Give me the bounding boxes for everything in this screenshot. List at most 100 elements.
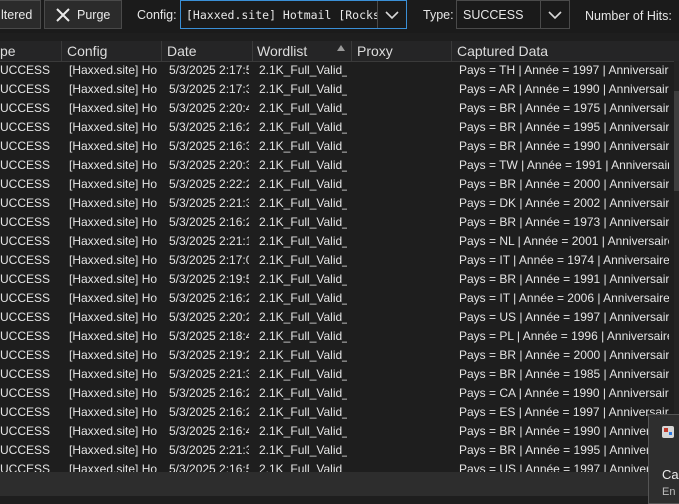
cell-captured-data: Pays = US | Année = 1997 | Anniversaire bbox=[459, 310, 669, 324]
table-row[interactable]: UCCESS [Haxxed.site] Hot 5/3/2025 2:18:4 2.… bbox=[0, 327, 679, 346]
cell-captured-data: Pays = PL | Année = 1996 | Anniversaire bbox=[459, 329, 669, 343]
cell-type: UCCESS bbox=[0, 348, 51, 362]
col-date-header[interactable]: Date bbox=[167, 41, 251, 61]
cell-proxy bbox=[359, 80, 449, 99]
col-config-header[interactable]: Config bbox=[67, 41, 159, 61]
cell-config: [Haxxed.site] Hot bbox=[69, 234, 157, 248]
hits-label: Number of Hits: bbox=[585, 9, 672, 23]
cell-date: 5/3/2025 2:16:4 bbox=[169, 424, 249, 438]
cell-wordlist: 2.1K_Full_Valid_H bbox=[259, 215, 347, 229]
table-row[interactable]: UCCESS [Haxxed.site] Hot 5/3/2025 2:16:4 2.… bbox=[0, 422, 679, 441]
cell-proxy bbox=[359, 213, 449, 232]
cell-wordlist: 2.1K_Full_Valid_H bbox=[259, 234, 347, 248]
cell-date: 5/3/2025 2:19:5 bbox=[169, 272, 249, 286]
col-proxy-header[interactable]: Proxy bbox=[357, 41, 447, 61]
cell-type: UCCESS bbox=[0, 310, 51, 324]
cell-config: [Haxxed.site] Hot bbox=[69, 215, 157, 229]
cell-date: 5/3/2025 2:17:5 bbox=[169, 63, 249, 77]
config-value: [Haxxed.site] Hotmail [Rocks bbox=[186, 7, 377, 22]
cell-proxy bbox=[359, 61, 449, 80]
table-row[interactable]: UCCESS [Haxxed.site] Hot 5/3/2025 2:19:2 2.… bbox=[0, 346, 679, 365]
cell-wordlist: 2.1K_Full_Valid_H bbox=[259, 310, 347, 324]
results-table: UCCESS [Haxxed.site] Hot 5/3/2025 2:17:5 2.… bbox=[0, 61, 679, 472]
table-row[interactable]: UCCESS [Haxxed.site] Hot 5/3/2025 2:21:3 2.… bbox=[0, 194, 679, 213]
table-row[interactable]: UCCESS [Haxxed.site] Hot 5/3/2025 2:16:2 2.… bbox=[0, 289, 679, 308]
cell-date: 5/3/2025 2:16:2 bbox=[169, 386, 249, 400]
cell-date: 5/3/2025 2:20:2 bbox=[169, 310, 249, 324]
table-row[interactable]: UCCESS [Haxxed.site] Hot 5/3/2025 2:16:5 2.… bbox=[0, 460, 679, 472]
table-row[interactable]: UCCESS [Haxxed.site] Hot 5/3/2025 2:19:5 2.… bbox=[0, 270, 679, 289]
purge-button[interactable]: Purge bbox=[44, 0, 122, 29]
table-row[interactable]: UCCESS [Haxxed.site] Hot 5/3/2025 2:21:1 2.… bbox=[0, 232, 679, 251]
cell-date: 5/3/2025 2:21:3 bbox=[169, 196, 249, 210]
cell-proxy bbox=[359, 232, 449, 251]
table-row[interactable]: UCCESS [Haxxed.site] Hot 5/3/2025 2:16:3 2.… bbox=[0, 137, 679, 156]
cell-wordlist: 2.1K_Full_Valid_H bbox=[259, 424, 347, 438]
table-row[interactable]: UCCESS [Haxxed.site] Hot 5/3/2025 2:20:4 2.… bbox=[0, 99, 679, 118]
cell-config: [Haxxed.site] Hot bbox=[69, 367, 157, 381]
type-label: Type: bbox=[423, 8, 454, 22]
type-dropdown[interactable] bbox=[540, 1, 569, 28]
purge-label: Purge bbox=[77, 7, 111, 22]
cell-type: UCCESS bbox=[0, 82, 51, 96]
cell-captured-data: Pays = TH | Année = 1997 | Anniversaire bbox=[459, 63, 669, 77]
table-row[interactable]: UCCESS [Haxxed.site] Hot 5/3/2025 2:20:2 2.… bbox=[0, 308, 679, 327]
table-row[interactable]: UCCESS [Haxxed.site] Hot 5/3/2025 2:21:3 2.… bbox=[0, 441, 679, 460]
table-row[interactable]: UCCESS [Haxxed.site] Hot 5/3/2025 2:16:2 2.… bbox=[0, 118, 679, 137]
cell-captured-data: Pays = AR | Année = 1990 | Anniversaire bbox=[459, 82, 669, 96]
config-dropdown[interactable] bbox=[377, 1, 406, 28]
cell-type: UCCESS bbox=[0, 405, 51, 419]
cell-wordlist: 2.1K_Full_Valid_H bbox=[259, 405, 347, 419]
cell-config: [Haxxed.site] Hot bbox=[69, 291, 157, 305]
table-row[interactable]: UCCESS [Haxxed.site] Hot 5/3/2025 2:16:2 2.… bbox=[0, 213, 679, 232]
cell-config: [Haxxed.site] Hot bbox=[69, 63, 157, 77]
table-row[interactable]: UCCESS [Haxxed.site] Hot 5/3/2025 2:17:5 2.… bbox=[0, 61, 679, 80]
cell-wordlist: 2.1K_Full_Valid_H bbox=[259, 120, 347, 134]
cell-date: 5/3/2025 2:16:5 bbox=[169, 462, 249, 472]
table-row[interactable]: UCCESS [Haxxed.site] Hot 5/3/2025 2:16:2 2.… bbox=[0, 403, 679, 422]
cell-date: 5/3/2025 2:16:2 bbox=[169, 405, 249, 419]
cell-wordlist: 2.1K_Full_Valid_H bbox=[259, 348, 347, 362]
cell-type: UCCESS bbox=[0, 139, 51, 153]
cell-type: UCCESS bbox=[0, 462, 51, 472]
type-value: SUCCESS bbox=[463, 7, 524, 22]
cell-wordlist: 2.1K_Full_Valid_H bbox=[259, 443, 347, 457]
table-row[interactable]: UCCESS [Haxxed.site] Hot 5/3/2025 2:17:0 2.… bbox=[0, 251, 679, 270]
cell-proxy bbox=[359, 327, 449, 346]
cell-wordlist: 2.1K_Full_Valid_H bbox=[259, 329, 347, 343]
cell-date: 5/3/2025 2:21:3 bbox=[169, 443, 249, 457]
cell-type: UCCESS bbox=[0, 329, 51, 343]
col-wordlist-header[interactable]: Wordlist bbox=[257, 41, 337, 61]
cell-wordlist: 2.1K_Full_Valid_H bbox=[259, 101, 347, 115]
cell-config: [Haxxed.site] Hot bbox=[69, 139, 157, 153]
cell-captured-data: Pays = BR | Année = 1973 | Anniversaire bbox=[459, 215, 669, 229]
cell-config: [Haxxed.site] Hot bbox=[69, 443, 157, 457]
table-row[interactable]: UCCESS [Haxxed.site] Hot 5/3/2025 2:21:3 2.… bbox=[0, 365, 679, 384]
cell-captured-data: Pays = BR | Année = 2000 | Anniversaire bbox=[459, 177, 669, 191]
vertical-scrollbar[interactable] bbox=[674, 61, 679, 472]
cell-captured-data: Pays = BR | Année = 2000 | Anniversaire bbox=[459, 348, 669, 362]
cell-date: 5/3/2025 2:21:1 bbox=[169, 234, 249, 248]
filtered-button[interactable]: ltered bbox=[0, 0, 41, 29]
horizontal-scrollbar[interactable] bbox=[0, 472, 679, 496]
table-row[interactable]: UCCESS [Haxxed.site] Hot 5/3/2025 2:22:2 2.… bbox=[0, 175, 679, 194]
cell-wordlist: 2.1K_Full_Valid_H bbox=[259, 63, 347, 77]
cell-captured-data: Pays = BR | Année = 1990 | Anniversaire bbox=[459, 139, 669, 153]
cell-type: UCCESS bbox=[0, 63, 51, 77]
cell-config: [Haxxed.site] Hot bbox=[69, 196, 157, 210]
cell-wordlist: 2.1K_Full_Valid_H bbox=[259, 139, 347, 153]
notification-popup[interactable]: Ca En bbox=[648, 414, 679, 504]
scrollbar-thumb[interactable] bbox=[674, 91, 679, 191]
table-row[interactable]: UCCESS [Haxxed.site] Hot 5/3/2025 2:17:3 2.… bbox=[0, 80, 679, 99]
type-select[interactable]: SUCCESS bbox=[456, 0, 570, 29]
col-captured-header[interactable]: Captured Data bbox=[457, 41, 672, 61]
popup-title: Ca bbox=[662, 467, 679, 482]
table-row[interactable]: UCCESS [Haxxed.site] Hot 5/3/2025 2:16:2 2.… bbox=[0, 384, 679, 403]
cell-captured-data: Pays = IT | Année = 2006 | Anniversaire bbox=[459, 291, 669, 305]
cell-date: 5/3/2025 2:20:3 bbox=[169, 158, 249, 172]
toolbar: ltered Purge Config: [Haxxed.site] Hotma… bbox=[0, 0, 679, 33]
config-select[interactable]: [Haxxed.site] Hotmail [Rocks bbox=[180, 0, 407, 29]
cell-proxy bbox=[359, 384, 449, 403]
table-row[interactable]: UCCESS [Haxxed.site] Hot 5/3/2025 2:20:3 2.… bbox=[0, 156, 679, 175]
col-type-header[interactable]: pe bbox=[0, 41, 60, 61]
